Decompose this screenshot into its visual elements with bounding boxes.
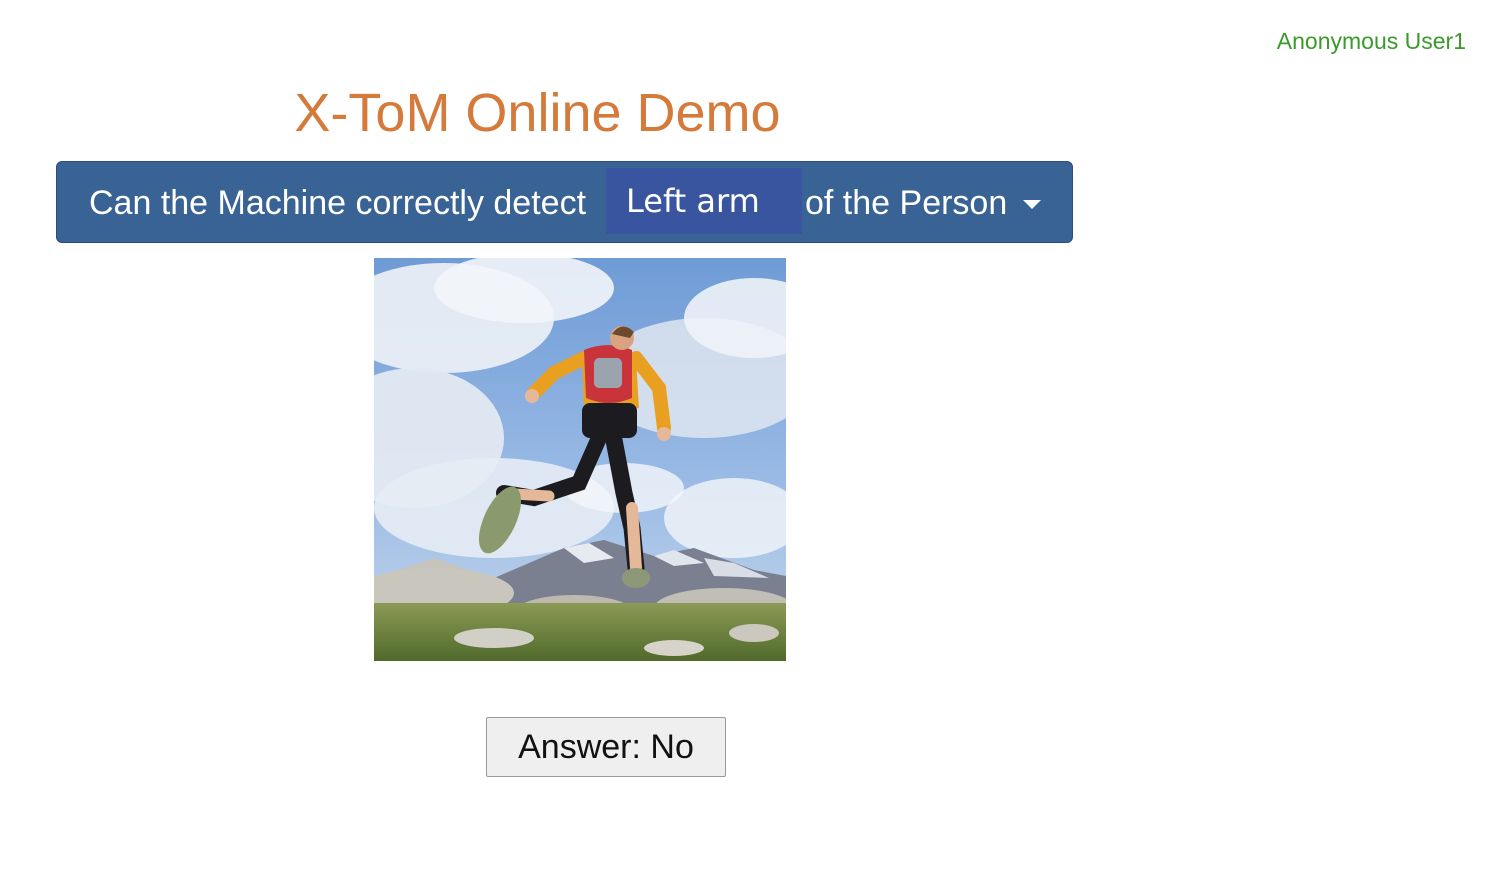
page-title: X-ToM Online Demo xyxy=(294,83,781,143)
runner-photo xyxy=(374,258,786,661)
user-label[interactable]: Anonymous User1 xyxy=(1277,28,1466,55)
page: Anonymous User1 X-ToM Online Demo Can th… xyxy=(0,0,1508,880)
body-part-select[interactable]: Left arm xyxy=(606,168,802,234)
answer-button[interactable]: Answer: No xyxy=(486,717,726,777)
caret-down-icon[interactable] xyxy=(1023,200,1041,209)
query-image xyxy=(374,258,786,661)
question-dropdown[interactable]: Can the Machine correctly detect Left ar… xyxy=(56,161,1073,243)
question-prefix: Can the Machine correctly detect xyxy=(89,184,587,222)
question-suffix: of the Person xyxy=(805,184,1008,222)
